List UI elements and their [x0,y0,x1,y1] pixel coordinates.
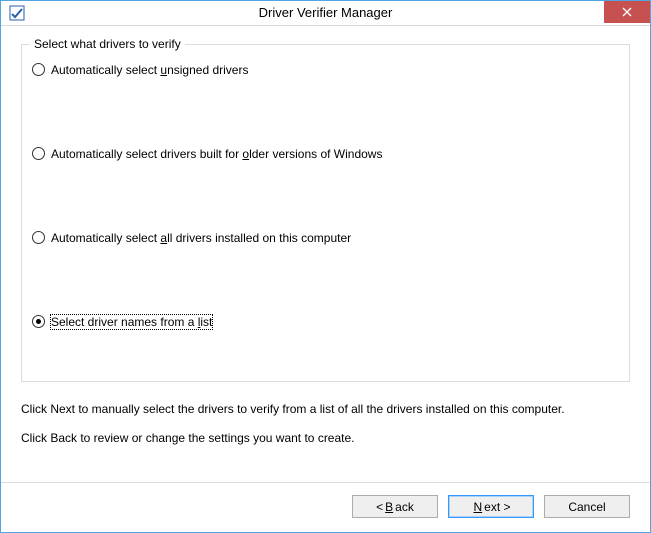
radio-indicator [32,231,45,244]
description-line-1: Click Next to manually select the driver… [21,400,630,419]
drivers-groupbox: Select what drivers to verify Automatica… [21,44,630,382]
titlebar[interactable]: Driver Verifier Manager [1,1,650,26]
radio-indicator [32,315,45,328]
window-title: Driver Verifier Manager [1,5,650,20]
button-separator [1,482,650,483]
close-icon [622,7,632,17]
radio-label: Automatically select drivers built for o… [51,147,382,161]
app-icon [9,5,25,21]
back-button[interactable]: < Back [352,495,438,518]
window-frame: Driver Verifier Manager Select what driv… [0,0,651,533]
next-button[interactable]: Next > [448,495,534,518]
radio-option-older-windows[interactable]: Automatically select drivers built for o… [32,147,619,161]
radio-label: Automatically select all drivers install… [51,231,351,245]
radio-indicator [32,147,45,160]
description-line-2: Click Back to review or change the setti… [21,429,630,448]
radio-label: Select driver names from a list [51,315,212,329]
radio-option-all-drivers[interactable]: Automatically select all drivers install… [32,231,619,245]
wizard-content: Select what drivers to verify Automatica… [1,26,650,468]
groupbox-legend: Select what drivers to verify [30,37,185,51]
close-button[interactable] [604,1,650,23]
radio-option-unsigned[interactable]: Automatically select unsigned drivers [32,63,619,77]
radio-indicator [32,63,45,76]
radio-label: Automatically select unsigned drivers [51,63,248,77]
description-text: Click Next to manually select the driver… [21,400,630,458]
cancel-button[interactable]: Cancel [544,495,630,518]
wizard-button-row: < Back Next > Cancel [1,495,650,532]
radio-option-from-list[interactable]: Select driver names from a list [32,315,619,329]
